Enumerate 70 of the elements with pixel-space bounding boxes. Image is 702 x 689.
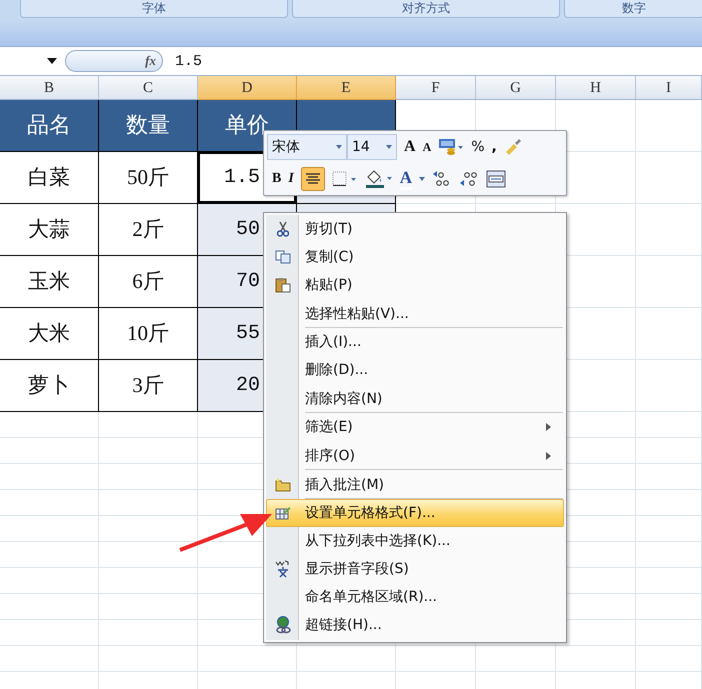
formula-bar-handle[interactable]: fx: [65, 50, 163, 72]
merge-center-icon[interactable]: [486, 170, 506, 188]
italic-button[interactable]: I: [288, 170, 294, 188]
empty-cell: [636, 542, 702, 568]
column-header[interactable]: D: [198, 76, 297, 100]
empty-cell: [636, 360, 702, 412]
empty-cell: [636, 412, 702, 438]
ribbon-group-label: 数字: [564, 0, 702, 18]
column-header[interactable]: H: [556, 76, 636, 100]
column-header[interactable]: C: [99, 76, 198, 100]
font-name-dropdown[interactable]: 宋体: [267, 134, 347, 160]
menu-item[interactable]: 设置单元格格式(F)...: [266, 499, 564, 527]
column-header[interactable]: F: [396, 76, 476, 100]
font-size-dropdown[interactable]: 14: [347, 134, 397, 160]
column-header[interactable]: E: [297, 76, 396, 100]
empty-cell: [636, 464, 702, 490]
formula-input[interactable]: 1.5: [175, 52, 202, 70]
empty-cell: [636, 256, 702, 308]
scissors-icon: [277, 221, 289, 237]
folder-icon: [275, 478, 291, 492]
empty-cell: [636, 204, 702, 256]
table-header-cell: 数量: [99, 100, 198, 152]
ribbon-group-label: 字体: [20, 0, 288, 18]
grow-font-button[interactable]: A: [404, 138, 416, 156]
table-header-cell: 品名: [0, 100, 99, 152]
dropdown-icon[interactable]: [47, 58, 57, 64]
empty-cell: [636, 646, 702, 672]
table-cell: 大米: [0, 308, 99, 360]
hyperlink-icon: [275, 616, 291, 634]
copy-icon: [275, 250, 291, 264]
menu-item[interactable]: 命名单元格区域(R)...: [266, 583, 564, 611]
submenu-arrow-icon: [546, 423, 551, 431]
borders-icon[interactable]: [332, 171, 358, 187]
shrink-font-button[interactable]: A: [422, 138, 432, 156]
comma-style-button[interactable]: ,: [492, 138, 497, 156]
empty-cell: [636, 438, 702, 464]
format-cells-icon: [275, 505, 291, 521]
empty-cell: [636, 516, 702, 542]
menu-item[interactable]: 显示拼音字段(S): [266, 555, 564, 583]
empty-cell: [636, 308, 702, 360]
menu-item[interactable]: 从下拉列表中选择(K)...: [266, 527, 564, 555]
empty-cell: [636, 620, 702, 646]
phonetic-icon: [275, 560, 291, 578]
table-cell: 大蒜: [0, 204, 99, 256]
ribbon-group-label: 对齐方式: [292, 0, 560, 18]
table-cell: 萝卜: [0, 360, 99, 412]
bold-button[interactable]: B: [272, 170, 282, 188]
menu-item[interactable]: 超链接(H)...: [266, 611, 564, 639]
submenu-arrow-icon: [546, 452, 551, 460]
column-header[interactable]: G: [476, 76, 556, 100]
table-cell: 50斤: [99, 152, 198, 204]
format-painter-icon[interactable]: [504, 138, 522, 156]
empty-cell: [636, 594, 702, 620]
menu-item[interactable]: 筛选(E): [266, 413, 564, 441]
clipboard-icon: [275, 277, 291, 293]
empty-cell: [636, 490, 702, 516]
currency-icon[interactable]: [438, 138, 464, 156]
empty-cell: [636, 152, 702, 204]
column-header[interactable]: B: [0, 76, 99, 100]
font-color-button[interactable]: A: [400, 168, 412, 190]
table-cell: 玉米: [0, 256, 99, 308]
empty-cell: [636, 100, 702, 152]
percent-button[interactable]: %: [471, 138, 485, 156]
insert-function-button[interactable]: fx: [145, 53, 156, 69]
column-header[interactable]: I: [636, 76, 702, 100]
center-align-button[interactable]: [300, 167, 325, 191]
decrease-decimal-icon[interactable]: [459, 170, 480, 188]
fill-color-icon[interactable]: [364, 169, 393, 189]
table-cell: 白菜: [0, 152, 99, 204]
empty-cell: [636, 568, 702, 594]
